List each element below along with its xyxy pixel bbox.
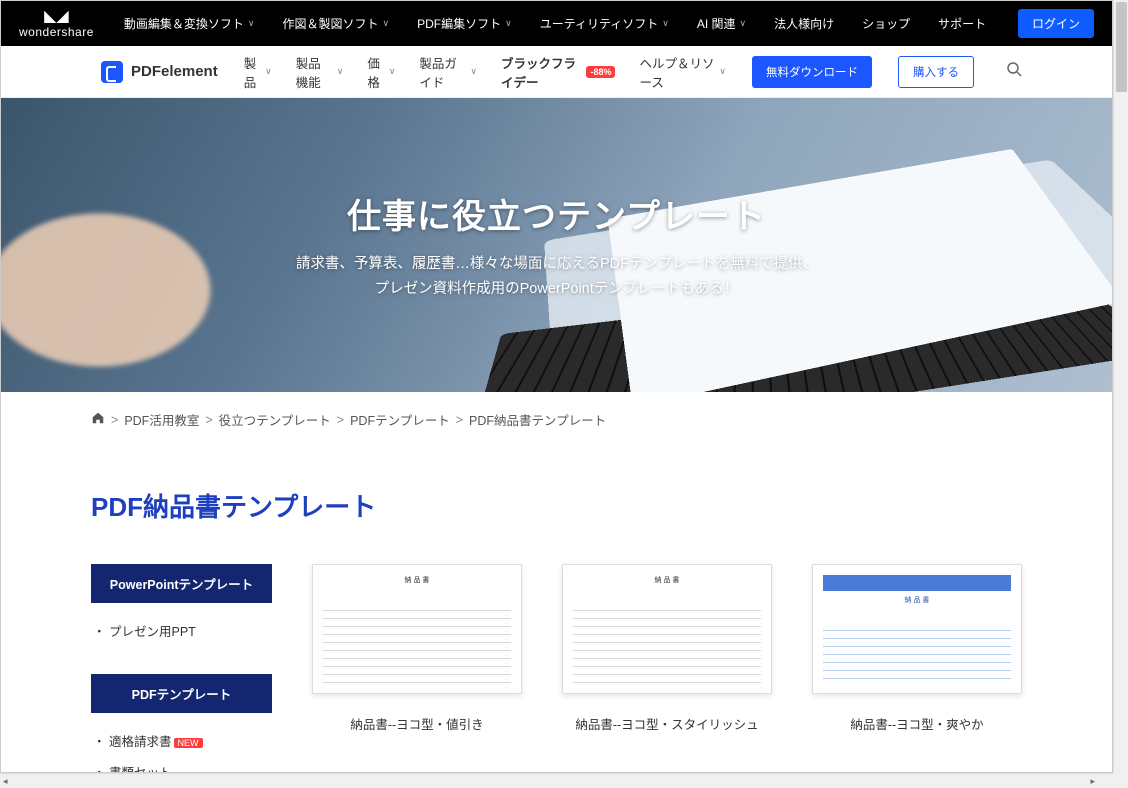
topnav-support[interactable]: サポート [938,15,986,32]
chevron-down-icon: ∨ [662,18,669,29]
chevron-down-icon: ∨ [337,66,344,77]
page-title: PDF納品書テンプレート [1,487,1112,524]
horizontal-scrollbar[interactable]: ◂ ▸ [0,773,1113,788]
login-button[interactable]: ログイン [1018,9,1094,38]
subnav-features[interactable]: 製品機能∨ [296,53,344,91]
pdfelement-icon [101,61,123,83]
scrollbar-thumb[interactable] [1116,2,1127,92]
sidebar-category-ppt[interactable]: PowerPointテンプレート [91,564,272,603]
topnav-pdf[interactable]: PDF編集ソフト∨ [417,15,512,32]
subnav-product[interactable]: 製品∨ [244,53,272,91]
crumb-pdf-classroom[interactable]: PDF活用教室 [124,410,199,429]
crumb-templates[interactable]: 役立つテンプレート [219,410,331,429]
sidebar: PowerPointテンプレート プレゼン用PPT PDFテンプレート 適格請求… [91,564,272,773]
new-badge: NEW [174,738,203,748]
download-button[interactable]: 無料ダウンロード [752,56,872,88]
product-subbar: PDFelement 製品∨ 製品機能∨ 価格∨ 製品ガイド∨ ブラックフライデ… [1,46,1112,98]
chevron-down-icon: ∨ [740,18,747,29]
template-thumbnail[interactable]: 納 品 書 [312,564,522,694]
hero-subtitle-1: 請求書、予算表、履歴書…様々な場面に応えるPDFテンプレートを無料で提供、 [296,252,817,277]
sidebar-item-invoice[interactable]: 適格請求書NEW [91,725,272,756]
scrollbar-corner [1113,773,1128,788]
template-thumbnail[interactable]: 納 品 書 [562,564,772,694]
chevron-down-icon: ∨ [470,66,477,77]
top-nav: 動画編集＆変換ソフト∨ 作図＆製図ソフト∨ PDF編集ソフト∨ ユーティリティソ… [124,15,1018,32]
topnav-shop[interactable]: ショップ [862,15,910,32]
wondershare-text: wondershare [19,25,94,39]
topnav-business[interactable]: 法人様向け [774,15,834,32]
chevron-down-icon: ∨ [389,66,396,77]
sidebar-item-docset[interactable]: 書類セット [91,756,272,773]
scroll-right-icon[interactable]: ▸ [1090,776,1095,787]
home-icon[interactable] [91,411,105,428]
chevron-down-icon: ∨ [719,66,726,77]
chevron-down-icon: ∨ [265,66,272,77]
hero-hand-graphic [1,202,291,392]
topnav-video[interactable]: 動画編集＆変換ソフト∨ [124,15,255,32]
template-card: 納 品 書 納品書--ヨコ型・スタイリッシュ [562,564,772,773]
template-grid: 納 品 書 納品書--ヨコ型・値引き 納 品 書 納品書--ヨコ型・スタイリッシ… [312,564,1022,773]
crumb-current: PDF納品書テンプレート [469,410,606,429]
subnav-price[interactable]: 価格∨ [367,53,395,91]
wondershare-icon: ◣◢ [44,9,69,25]
chevron-down-icon: ∨ [383,18,390,29]
hero-title: 仕事に役立つテンプレート [296,189,817,238]
scroll-left-icon[interactable]: ◂ [3,776,8,787]
hero-subtitle-2: プレゼン資料作成用のPowerPointテンプレートもある！ [296,277,817,302]
global-topbar: ◣◢ wondershare 動画編集＆変換ソフト∨ 作図＆製図ソフト∨ PDF… [1,1,1112,46]
topnav-diagram[interactable]: 作図＆製図ソフト∨ [282,15,389,32]
template-card: 納 品 書 納品書--ヨコ型・値引き [312,564,522,773]
topnav-utility[interactable]: ユーティリティソフト∨ [540,15,669,32]
template-label: 納品書--ヨコ型・スタイリッシュ [562,714,772,733]
subnav-help[interactable]: ヘルプ＆リソース∨ [639,53,726,91]
template-card: 納 品 書 納品書--ヨコ型・爽やか [812,564,1022,773]
breadcrumb: > PDF活用教室 > 役立つテンプレート > PDFテンプレート > PDF納… [1,392,1112,447]
topnav-ai[interactable]: AI 関連∨ [697,15,746,32]
subnav-guide[interactable]: 製品ガイド∨ [419,53,477,91]
sub-nav: 製品∨ 製品機能∨ 価格∨ 製品ガイド∨ ブラックフライデー -88% ヘルプ＆… [244,53,726,91]
chevron-down-icon: ∨ [248,18,255,29]
buy-button[interactable]: 購入する [898,56,974,88]
template-thumbnail[interactable]: 納 品 書 [812,564,1022,694]
discount-badge: -88% [586,66,615,78]
sidebar-item-presentation-ppt[interactable]: プレゼン用PPT [91,615,272,646]
template-label: 納品書--ヨコ型・爽やか [812,714,1022,733]
sidebar-category-pdf[interactable]: PDFテンプレート [91,674,272,713]
pdfelement-text: PDFelement [131,63,218,80]
template-label: 納品書--ヨコ型・値引き [312,714,522,733]
main-content: PowerPointテンプレート プレゼン用PPT PDFテンプレート 適格請求… [1,524,1112,773]
subnav-blackfriday[interactable]: ブラックフライデー -88% [501,53,616,91]
hero-banner: 仕事に役立つテンプレート 請求書、予算表、履歴書…様々な場面に応えるPDFテンプ… [1,98,1112,392]
search-icon[interactable] [1006,61,1022,82]
breadcrumb-separator: > [111,413,118,427]
pdfelement-logo[interactable]: PDFelement [101,61,218,83]
crumb-pdf-templates[interactable]: PDFテンプレート [350,410,450,429]
chevron-down-icon: ∨ [505,18,512,29]
wondershare-logo[interactable]: ◣◢ wondershare [19,9,94,39]
vertical-scrollbar[interactable]: ▴ [1113,0,1128,773]
